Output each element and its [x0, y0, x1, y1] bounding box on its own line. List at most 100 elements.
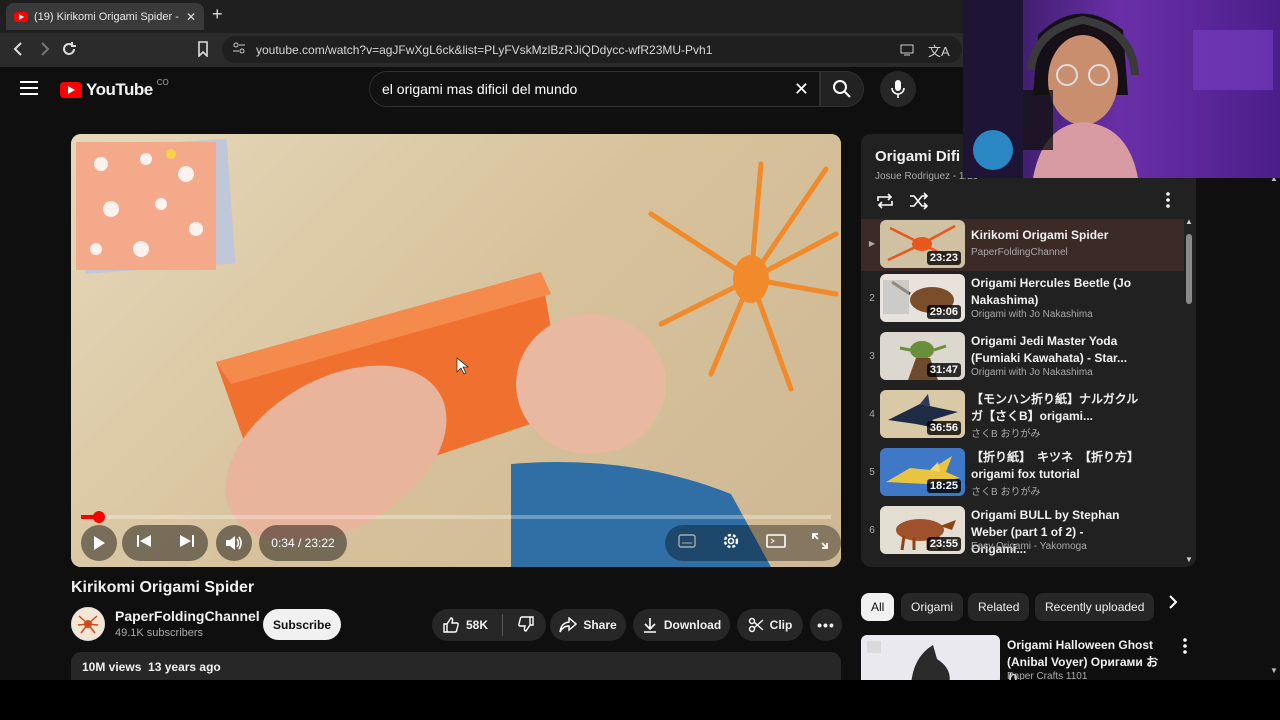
loop-button[interactable]: [875, 192, 895, 215]
dislike-button[interactable]: [517, 615, 535, 636]
next-icon: [179, 534, 194, 547]
seek-bar[interactable]: [81, 511, 831, 523]
playlist-item-title[interactable]: Kirikomi Origami Spider: [971, 227, 1141, 244]
site-info-icon[interactable]: [232, 42, 246, 57]
download-button[interactable]: Download: [633, 609, 730, 641]
playlist-item-thumbnail[interactable]: 18:25: [880, 448, 965, 496]
video-duration: 29:06: [926, 305, 961, 319]
playlist-item[interactable]: 5 18:25 【折り紙】 キツネ 【折り方】 origami fox tuto…: [861, 447, 1184, 499]
shuffle-icon: [910, 192, 929, 210]
playlist-title[interactable]: Origami Difi: [875, 148, 960, 165]
view-count: 10M views: [82, 660, 142, 674]
playlist-controls: [875, 192, 929, 215]
back-icon[interactable]: [12, 41, 26, 62]
previous-icon: [136, 534, 151, 547]
chevron-right-icon[interactable]: [1168, 595, 1178, 614]
new-tab-icon[interactable]: +: [212, 4, 223, 25]
menu-icon[interactable]: [20, 81, 38, 95]
next-button[interactable]: [179, 534, 195, 553]
chip-related[interactable]: Related: [968, 593, 1030, 621]
chip-origami[interactable]: Origami: [901, 593, 964, 621]
page-scroll-down-icon[interactable]: ▼: [1270, 666, 1278, 675]
playlist-item[interactable]: ▶ 23:23 Kirikomi Origami Spider PaperFol…: [861, 219, 1184, 271]
playlist-scroll-thumb[interactable]: [1186, 234, 1192, 304]
shuffle-button[interactable]: [909, 192, 929, 215]
page-scrollbar[interactable]: ▲ ▼: [1268, 174, 1280, 680]
playlist-item[interactable]: 3 31:47 Origami Jedi Master Yoda (Fumiak…: [861, 331, 1184, 383]
scroll-up-icon[interactable]: ▲: [1185, 217, 1193, 226]
playlist-item[interactable]: 2 29:06 Origami Hercules Beetle (Jo Naka…: [861, 273, 1184, 325]
clip-button[interactable]: Clip: [737, 609, 803, 641]
subtitles-button[interactable]: [678, 533, 696, 553]
playlist-item-title[interactable]: 【モンハン折り紙】ナルガクルガ【さくB】origami...: [971, 391, 1141, 425]
address-bar[interactable]: youtube.com/watch?v=agJFwXgL6ck&list=PLy…: [222, 36, 962, 63]
cast-icon[interactable]: [900, 43, 914, 61]
search-icon: [833, 80, 851, 98]
previous-button[interactable]: [136, 534, 152, 553]
playlist-item[interactable]: 4 36:56 【モンハン折り紙】ナルガクルガ【さくB】origami... さ…: [861, 389, 1184, 441]
prev-next-group: [122, 525, 208, 561]
microphone-icon: [891, 80, 905, 98]
seek-bar-handle[interactable]: [93, 511, 105, 523]
playlist-item-title[interactable]: Origami Jedi Master Yoda (Fumiaki Kawaha…: [971, 333, 1141, 367]
chip-recently-uploaded[interactable]: Recently uploaded: [1035, 593, 1155, 621]
thumbs-down-icon: [518, 615, 534, 632]
playlist-item-thumbnail[interactable]: 31:47: [880, 332, 965, 380]
settings-button[interactable]: [722, 532, 740, 555]
reload-icon[interactable]: [61, 41, 77, 62]
fullscreen-icon: [812, 532, 828, 549]
url-text[interactable]: youtube.com/watch?v=agJFwXgL6ck&list=PLy…: [256, 43, 712, 57]
bottom-letterbox: [0, 680, 1280, 720]
youtube-favicon-icon: [14, 11, 28, 22]
streamer-webcam-overlay: [963, 0, 1280, 178]
logo-text: YouTube: [86, 80, 153, 99]
browser-tab[interactable]: (19) Kirikomi Origami Spider - Yo ✕: [6, 3, 204, 30]
search-query[interactable]: el origami mas dificil del mundo: [382, 81, 577, 97]
more-actions-button[interactable]: •••: [810, 609, 842, 641]
chip-all[interactable]: All: [861, 593, 895, 621]
theater-mode-button[interactable]: [766, 533, 786, 553]
playlist-panel: Origami Difi Josue Rodriguez - 1/29 ▶ 23…: [861, 134, 1196, 567]
playlist-item-thumbnail[interactable]: 23:55: [880, 506, 965, 554]
share-label: Share: [583, 618, 617, 632]
clear-search-icon[interactable]: ✕: [794, 79, 809, 100]
share-button[interactable]: Share: [550, 609, 626, 641]
channel-name[interactable]: PaperFoldingChannel: [115, 608, 260, 624]
origami-paper-stack: [76, 138, 236, 274]
more-horizontal-icon: •••: [817, 617, 835, 633]
playlist-item-channel: Origami with Jo Nakashima: [971, 309, 1093, 320]
recommended-thumbnail[interactable]: [861, 635, 1000, 685]
play-button[interactable]: [81, 525, 117, 561]
time-display: 0:34 / 23:22: [259, 525, 347, 561]
playlist-item-title[interactable]: Origami Hercules Beetle (Jo Nakashima): [971, 275, 1141, 309]
recommended-more-icon[interactable]: [1183, 638, 1187, 659]
voice-search-button[interactable]: [880, 71, 916, 107]
youtube-logo[interactable]: YouTube CO: [60, 78, 169, 100]
playlist-item-index: 3: [869, 351, 875, 362]
playlist-item[interactable]: 6 23:55 Origami BULL by Stephan Weber (p…: [861, 505, 1184, 557]
playlist-more-icon[interactable]: [1166, 192, 1170, 213]
close-tab-icon[interactable]: ✕: [186, 10, 196, 24]
theater-icon: [766, 533, 786, 548]
upload-age: 13 years ago: [148, 660, 221, 674]
playlist-item-thumbnail[interactable]: 36:56: [880, 390, 965, 438]
subscribe-button[interactable]: Subscribe: [263, 609, 341, 640]
fullscreen-button[interactable]: [812, 532, 828, 554]
search-input[interactable]: el origami mas dificil del mundo ✕: [369, 71, 820, 107]
video-player[interactable]: 0:34 / 23:22: [71, 134, 841, 567]
bookmark-icon[interactable]: [197, 41, 209, 62]
like-button[interactable]: 58K: [442, 616, 488, 634]
forward-icon[interactable]: [37, 41, 51, 62]
webcam-image: [963, 0, 1280, 178]
scroll-down-icon[interactable]: ▼: [1185, 555, 1193, 564]
playlist-item-thumbnail[interactable]: 23:23: [880, 220, 965, 268]
youtube-play-icon: [60, 82, 82, 98]
playlist-item-channel: PaperFoldingChannel: [971, 247, 1068, 258]
search-button[interactable]: [820, 71, 864, 107]
video-duration: 23:55: [926, 537, 961, 551]
channel-avatar[interactable]: [71, 607, 105, 641]
playlist-item-thumbnail[interactable]: 29:06: [880, 274, 965, 322]
playlist-item-title[interactable]: 【折り紙】 キツネ 【折り方】 origami fox tutorial: [971, 449, 1145, 483]
translate-icon[interactable]: 文A: [928, 41, 950, 60]
volume-button[interactable]: [216, 525, 252, 561]
